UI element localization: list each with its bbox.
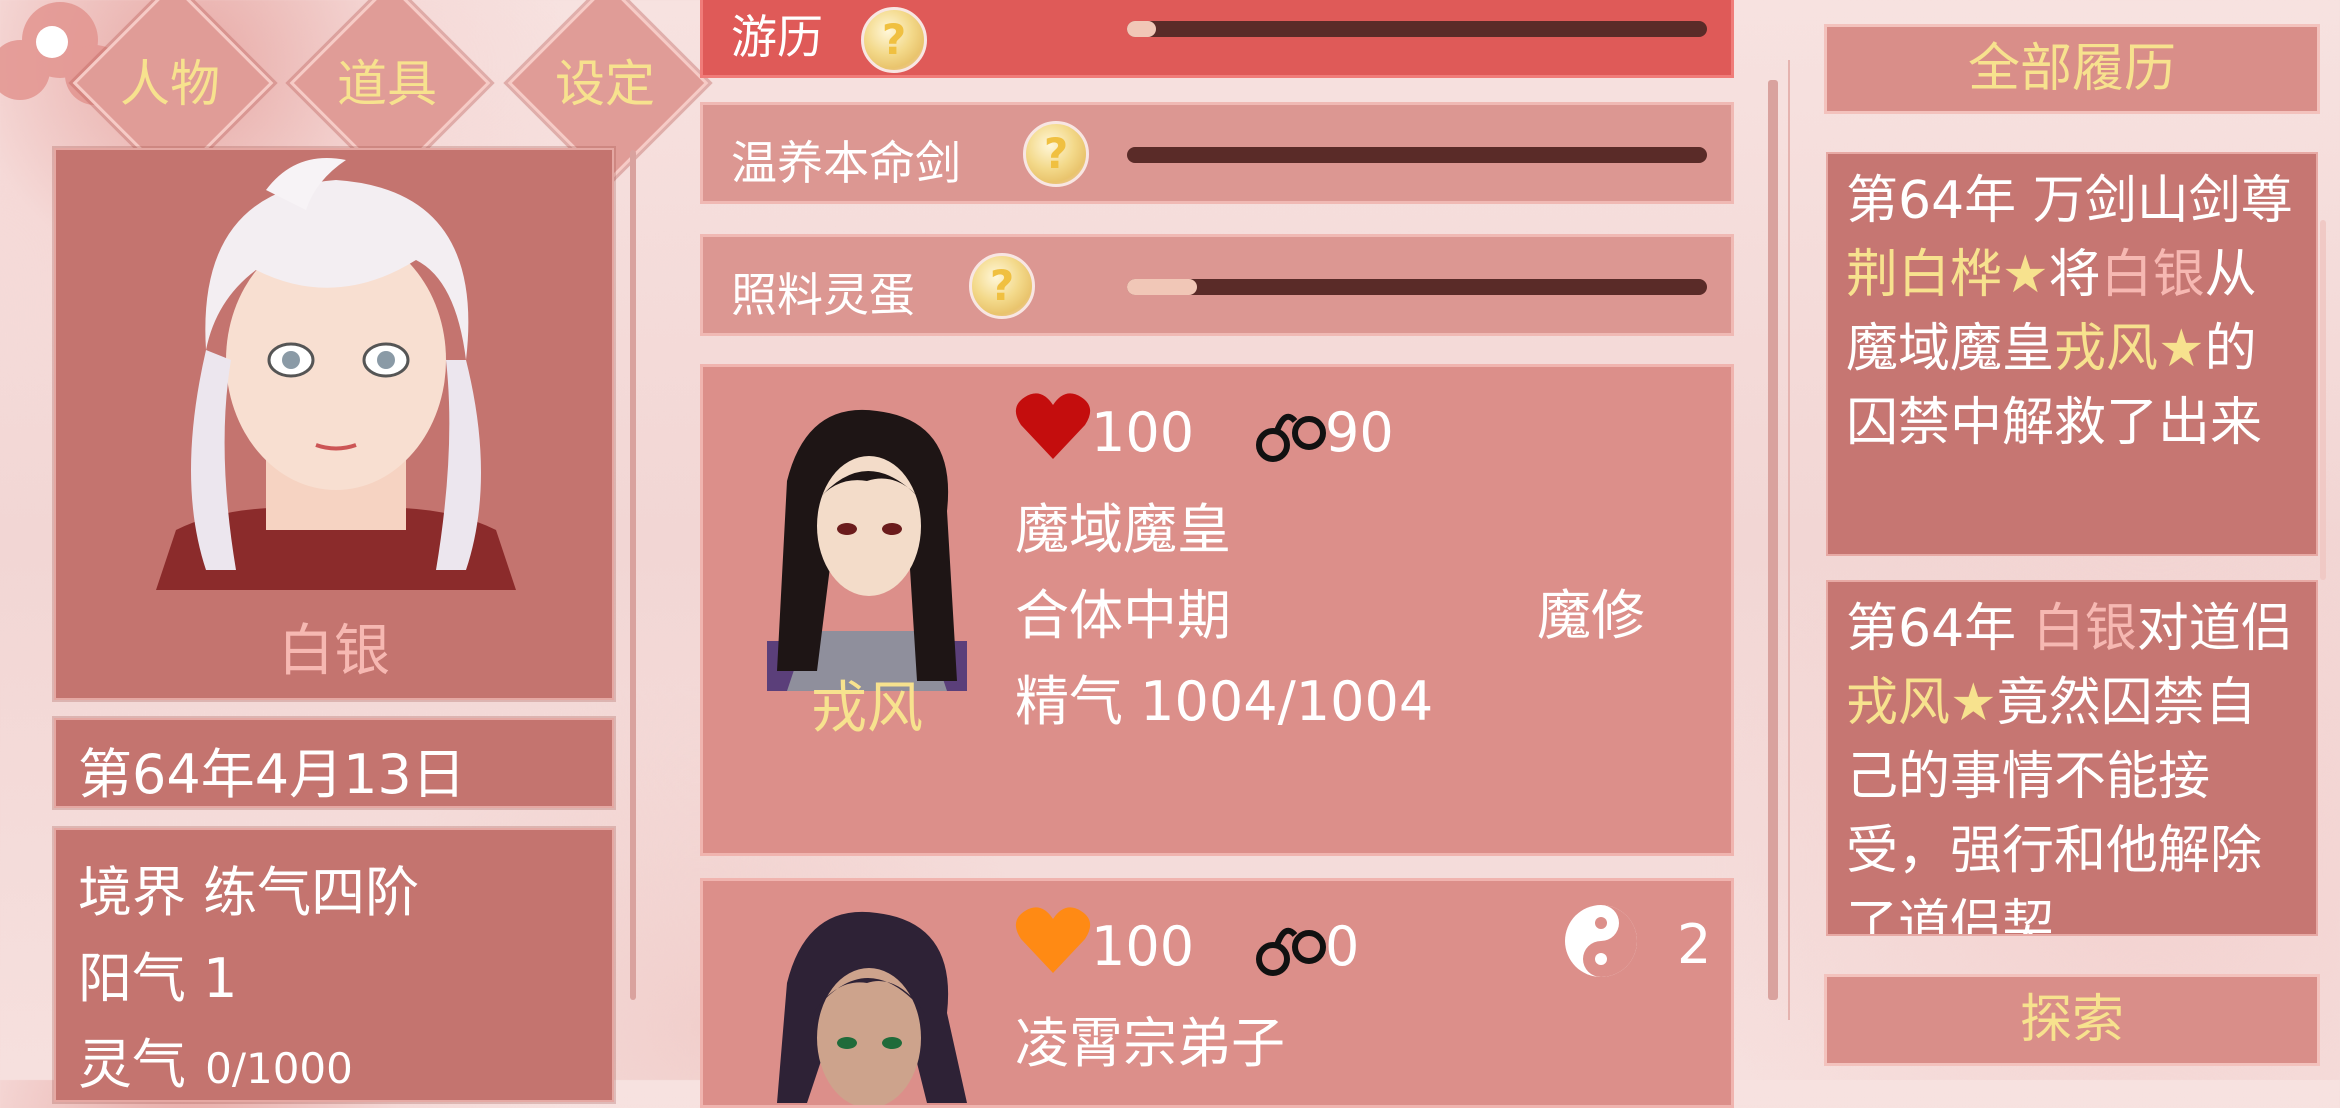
character-title: 凌霄宗弟子 <box>1015 1012 1285 1075</box>
character-card[interactable]: 戎风 100 90 魔域魔皇 合体中期 魔修 精气 1004/1004 <box>700 364 1734 856</box>
handcuffs-icon <box>1256 927 1326 976</box>
game-date-panel: 第64年4月13日 <box>54 718 614 808</box>
history-name: 戎风★ <box>2054 319 2205 379</box>
help-icon[interactable]: ? <box>1023 121 1089 187</box>
affection-value: 100 <box>1091 401 1195 464</box>
task-label: 游历 <box>731 10 823 64</box>
history-name: 荆白桦★ <box>1846 245 2049 305</box>
character-portrait <box>747 401 987 691</box>
history-entry: 第64年 白银对道侣戎风★竟然囚禁自己的事情不能接受，强行和他解除了道侣契 <box>1826 580 2318 936</box>
character-portrait <box>747 903 987 1105</box>
history-text: 将 <box>2048 245 2101 305</box>
full-history-button[interactable]: 全部履历 <box>1824 24 2320 114</box>
help-icon[interactable]: ? <box>861 7 927 73</box>
history-text: 第64年 万剑山剑尊 <box>1846 171 2293 231</box>
divider-line <box>1788 60 1790 1020</box>
character-stage: 合体中期 <box>1015 584 1231 647</box>
player-name: 白银 <box>278 619 390 684</box>
character-title: 魔域魔皇 <box>1015 498 1231 561</box>
history-scrollbar[interactable] <box>2320 220 2326 580</box>
history-text: 第64年 <box>1846 599 2033 659</box>
task-row-sword[interactable]: 温养本命剑 ? <box>700 102 1734 204</box>
heart-icon <box>1015 393 1091 459</box>
affection-value: 100 <box>1091 915 1195 978</box>
character-faction: 魔修 <box>1537 584 1645 647</box>
left-scrollbar[interactable] <box>630 150 636 1000</box>
game-date: 第64年4月13日 <box>78 743 466 806</box>
items-button-label: 道具 <box>337 55 437 113</box>
characters-button[interactable]: 人物 <box>70 0 274 184</box>
ling-qi-label: 灵气 <box>78 1033 186 1096</box>
restraint-value: 90 <box>1325 401 1394 464</box>
dao-count: 2 <box>1677 913 1712 976</box>
realm-text: 境界 练气四阶 <box>78 861 420 924</box>
characters-button-label: 人物 <box>120 55 220 113</box>
ling-qi-value: 0/1000 <box>205 1044 353 1093</box>
explore-button[interactable]: 探索 <box>1824 974 2320 1066</box>
character-name: 戎风 <box>811 676 923 741</box>
settings-button[interactable]: 设定 <box>505 0 709 184</box>
yin-yang-icon <box>1565 905 1637 977</box>
history-name: 戎风★ <box>1846 673 1997 733</box>
heart-icon <box>1015 907 1091 973</box>
handcuffs-icon <box>1256 413 1326 462</box>
items-button[interactable]: 道具 <box>287 0 491 184</box>
task-label: 温养本命剑 <box>731 136 961 190</box>
player-portrait-panel[interactable]: 白银 <box>54 148 614 700</box>
task-row-egg[interactable]: 照料灵蛋 ? <box>700 234 1734 336</box>
settings-button-label: 设定 <box>555 55 655 113</box>
task-progress-bar <box>1127 279 1707 295</box>
player-stats-panel: 境界 练气四阶 阳气 1 灵气 0/1000 <box>54 828 614 1102</box>
center-scrollbar[interactable] <box>1768 80 1778 1000</box>
help-icon[interactable]: ? <box>969 253 1035 319</box>
explore-label: 探索 <box>2019 990 2124 1050</box>
task-progress-bar <box>1127 147 1707 163</box>
ling-qi-row: 灵气 0/1000 <box>78 1020 353 1099</box>
yang-qi-text: 阳气 1 <box>78 947 238 1010</box>
task-label: 照料灵蛋 <box>731 268 915 322</box>
dao-row: 2 <box>1563 901 1723 981</box>
character-card[interactable]: 100 0 2 凌霄宗弟子 <box>700 878 1734 1108</box>
character-essence: 精气 1004/1004 <box>1015 670 1434 733</box>
history-name: 白银 <box>2100 245 2205 305</box>
history-entry: 第64年 万剑山剑尊荆白桦★将白银从魔域魔皇戎风★的囚禁中解救了出来 <box>1826 152 2318 556</box>
restraint-value: 0 <box>1325 915 1360 978</box>
player-portrait <box>116 150 556 590</box>
history-name: 白银 <box>2032 599 2137 659</box>
task-row-travel[interactable]: 游历 ? <box>700 0 1734 78</box>
task-progress-bar <box>1127 21 1707 37</box>
full-history-label: 全部履历 <box>1967 39 2176 99</box>
history-text: 对道侣 <box>2136 599 2293 659</box>
